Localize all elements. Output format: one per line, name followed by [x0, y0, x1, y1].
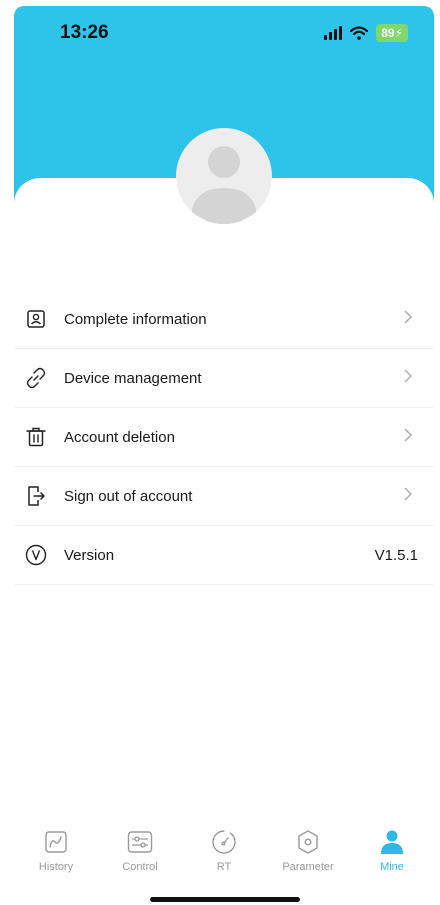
wifi-icon — [350, 26, 369, 40]
menu-item-label: Sign out of account — [64, 487, 193, 505]
tab-label: Parameter — [282, 861, 334, 873]
tab-history[interactable]: History — [14, 828, 98, 880]
gauge-icon — [211, 828, 237, 856]
menu-item-account-deletion[interactable]: Account deletion — [14, 408, 434, 467]
status-icons: 89⚡ — [324, 24, 408, 42]
chevron-right-icon — [404, 487, 412, 501]
menu-item-label: Device management — [64, 369, 202, 387]
version-value: V1.5.1 — [374, 546, 418, 564]
signal-icon — [324, 26, 343, 40]
home-indicator[interactable] — [150, 897, 300, 902]
chevron-right-icon — [404, 369, 412, 383]
mine-screen: 13:26 89⚡ Complete information Device ma… — [0, 0, 440, 905]
menu-item-label: Complete information — [64, 310, 207, 328]
menu-item-sign-out[interactable]: Sign out of account — [14, 467, 434, 526]
user-card-icon — [24, 307, 48, 331]
tab-label: RT — [216, 861, 232, 873]
chevron-right-icon — [404, 428, 412, 442]
tab-mine[interactable]: Mine — [350, 828, 434, 880]
person-icon — [380, 828, 404, 856]
menu-item-label: Account deletion — [64, 428, 175, 446]
menu-item-device-management[interactable]: Device management — [14, 349, 434, 408]
battery-level: 89 — [381, 26, 395, 40]
tab-label: Control — [122, 861, 158, 873]
user-avatar-icon — [190, 146, 258, 224]
hexagon-settings-icon — [296, 828, 320, 856]
sliders-icon — [127, 828, 153, 856]
menu-item-label: Version — [64, 546, 115, 564]
tab-label: History — [38, 861, 74, 873]
trash-icon — [24, 425, 48, 449]
chevron-right-icon — [404, 310, 412, 324]
user-avatar[interactable] — [176, 128, 272, 224]
tab-control[interactable]: Control — [98, 828, 182, 880]
sign-out-icon — [24, 484, 48, 508]
menu-item-complete-information[interactable]: Complete information — [14, 290, 434, 349]
menu-item-version: Version V1.5.1 — [14, 526, 434, 585]
status-time: 13:26 — [60, 22, 109, 43]
tab-parameter[interactable]: Parameter — [266, 828, 350, 880]
version-v-icon — [24, 543, 48, 567]
chart-line-icon — [44, 828, 68, 856]
battery-indicator: 89⚡ — [376, 24, 408, 42]
broken-link-icon — [24, 366, 48, 390]
bottom-tab-bar: History Control RT Parameter Mine — [14, 828, 434, 880]
tab-rt[interactable]: RT — [182, 828, 266, 880]
tab-label: Mine — [380, 861, 404, 873]
settings-menu: Complete information Device management A… — [14, 290, 434, 585]
